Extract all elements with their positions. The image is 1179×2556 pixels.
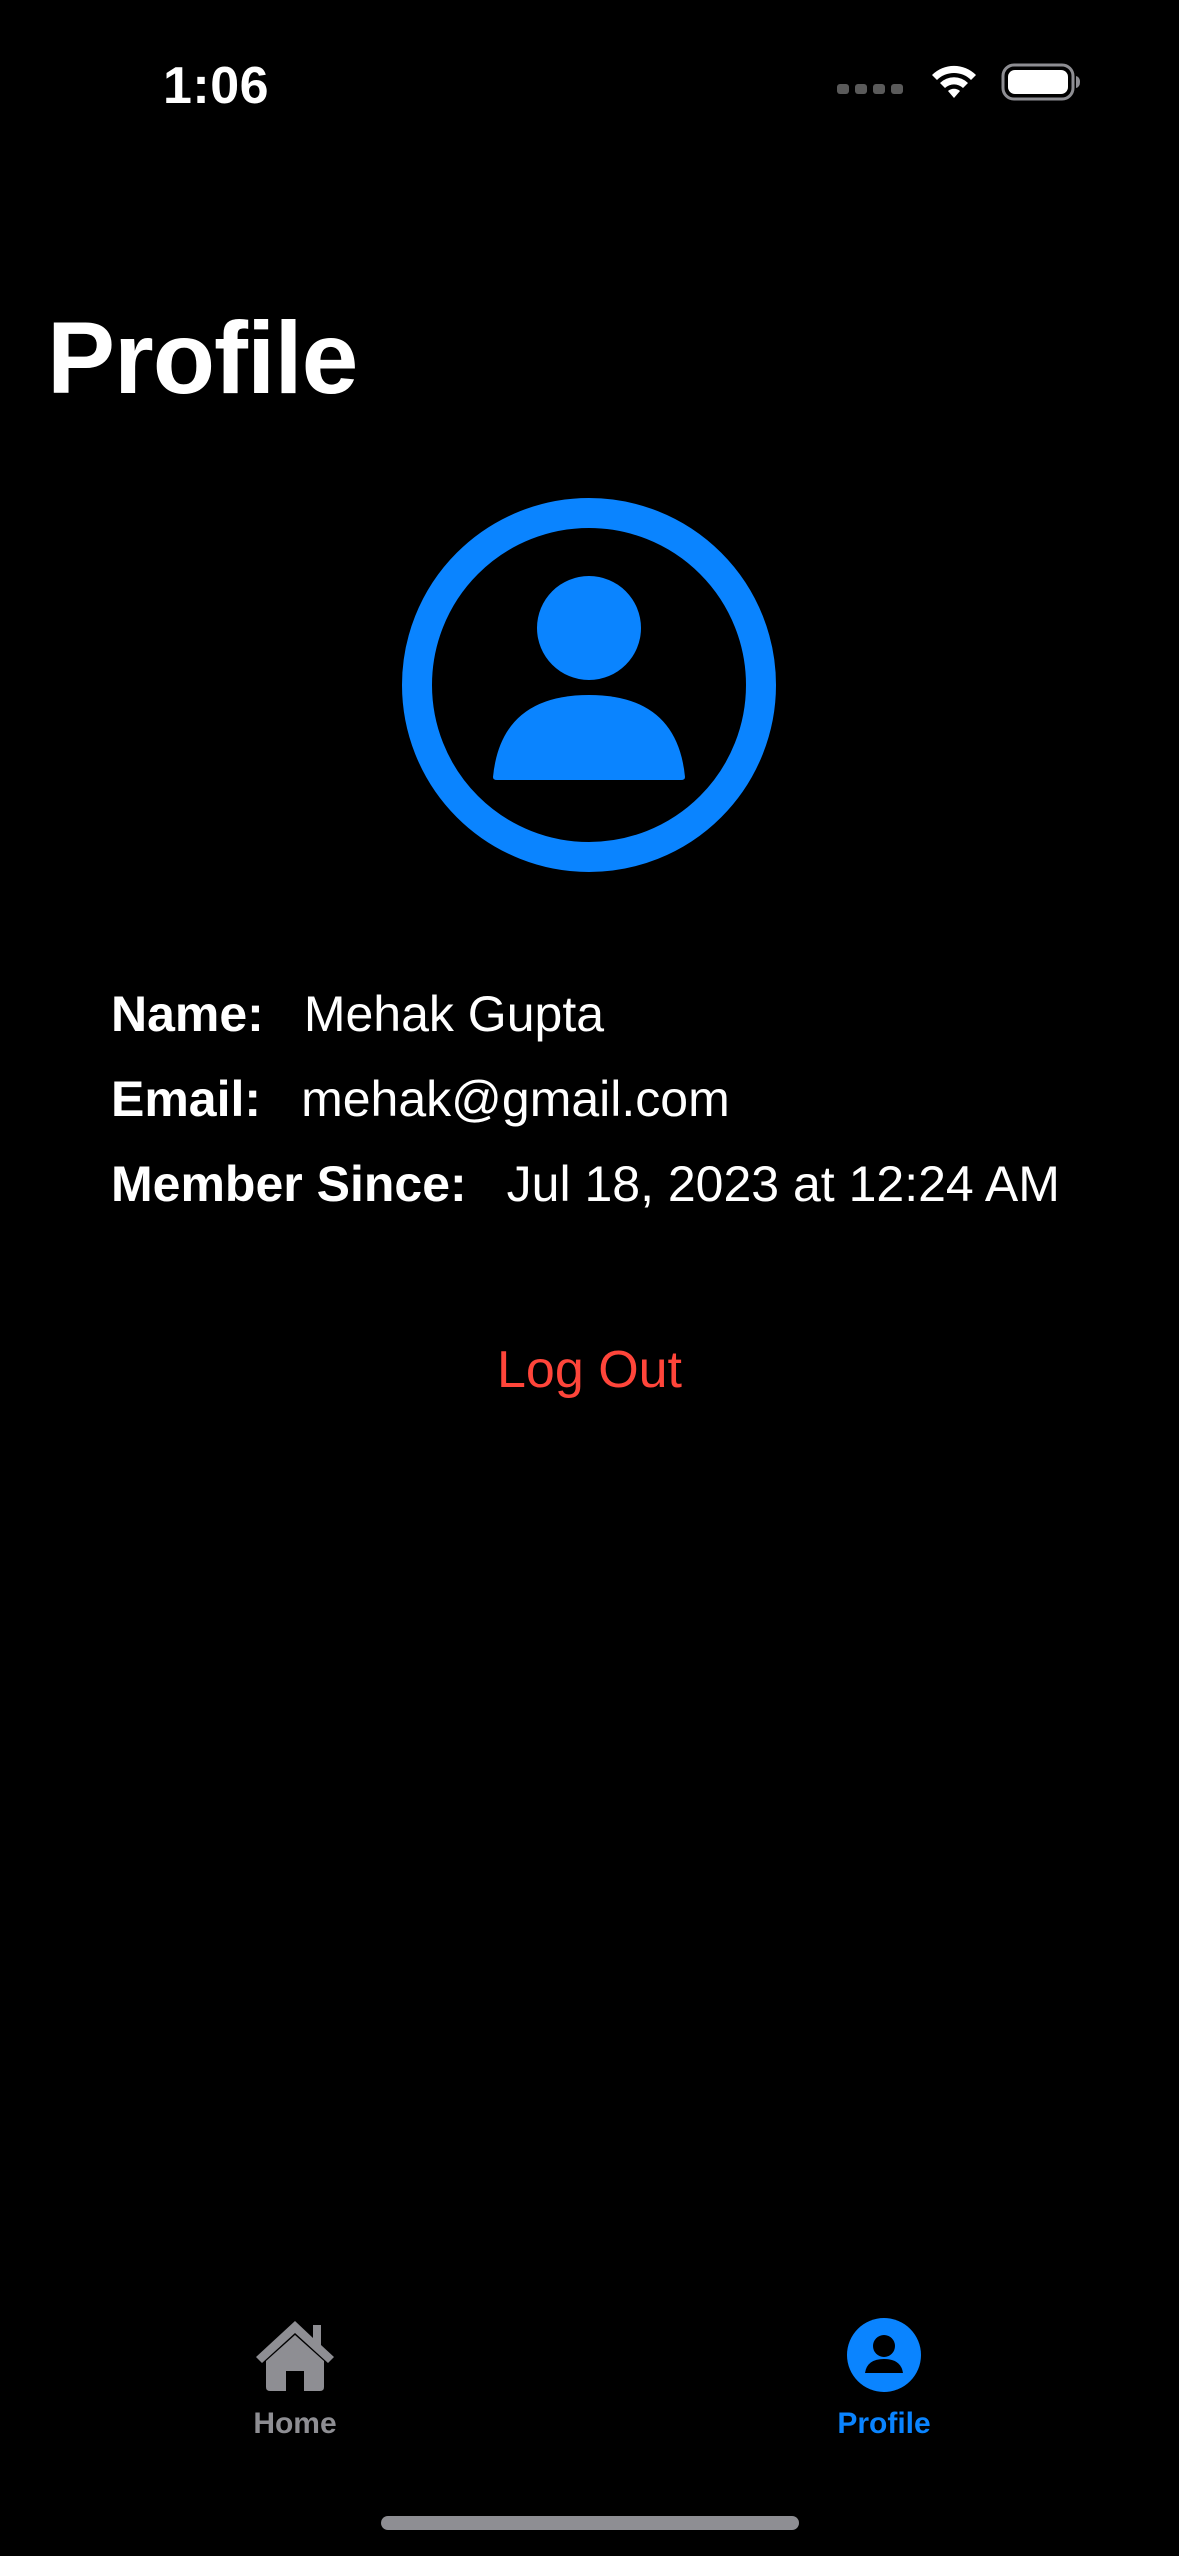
status-icons xyxy=(837,62,1081,102)
status-time: 1:06 xyxy=(163,57,270,115)
home-indicator[interactable] xyxy=(381,2516,799,2530)
person-circle-icon xyxy=(402,498,776,872)
tab-profile[interactable]: Profile xyxy=(734,2315,1034,2465)
email-row: Email: mehak@gmail.com xyxy=(111,1070,1060,1155)
name-value: Mehak Gupta xyxy=(303,986,605,1042)
tab-home-label: Home xyxy=(253,2407,337,2440)
profile-screen: 1:06 Profile Name: Mehak Gupta Email: me… xyxy=(0,0,1179,2556)
name-row: Name: Mehak Gupta xyxy=(111,985,1060,1070)
member-since-value: Jul 18, 2023 at 12:24 AM xyxy=(506,1156,1060,1212)
house-icon xyxy=(256,2321,334,2391)
member-since-row: Member Since: Jul 18, 2023 at 12:24 AM xyxy=(111,1155,1060,1240)
member-since-label: Member Since: xyxy=(111,1156,467,1212)
email-label: Email: xyxy=(111,1071,262,1127)
tab-bar: Home Profile xyxy=(0,2315,1179,2465)
person-circle-fill-icon xyxy=(847,2318,921,2392)
cellular-signal-icon xyxy=(837,84,903,94)
wifi-icon xyxy=(932,65,976,98)
name-label: Name: xyxy=(111,986,264,1042)
profile-info: Name: Mehak Gupta Email: mehak@gmail.com… xyxy=(111,985,1060,1240)
battery-icon xyxy=(1001,63,1080,101)
email-value: mehak@gmail.com xyxy=(301,1071,730,1127)
tab-home[interactable]: Home xyxy=(145,2315,445,2465)
page-title: Profile xyxy=(47,301,358,415)
logout-button[interactable]: Log Out xyxy=(0,1340,1179,1400)
tab-profile-label: Profile xyxy=(837,2407,931,2440)
